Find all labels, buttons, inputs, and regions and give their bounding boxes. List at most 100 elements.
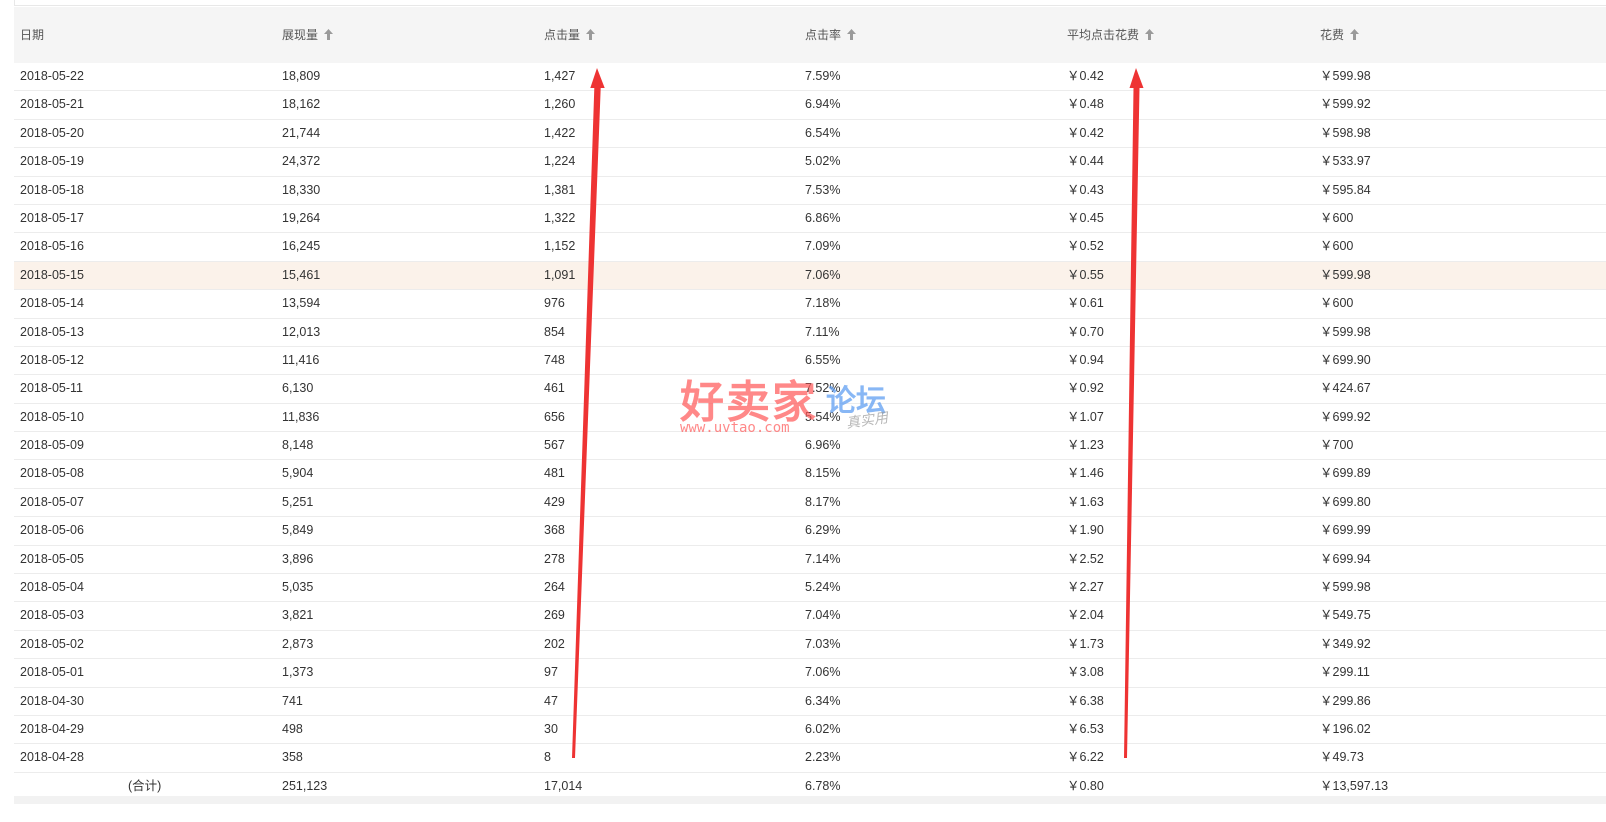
table-footer-bar: [14, 796, 1606, 804]
table-body: 2018-05-22 18,809 1,427 7.59% ￥0.42 ￥599.98 20…: [14, 63, 1606, 802]
table-cell: 18,809: [282, 69, 321, 83]
sort-arrow-up-icon[interactable]: [847, 29, 857, 40]
table-cell: ￥0.61: [1067, 296, 1104, 311]
table-cell: 2018-05-01: [20, 665, 84, 680]
table-cell: ￥699.80: [1320, 494, 1371, 509]
table-cell: ￥599.98: [1320, 267, 1371, 282]
table-cell: ￥549.75: [1320, 608, 1371, 623]
column-header-label: 点击量: [544, 28, 581, 42]
table-cell: 2018-05-20: [20, 125, 84, 140]
table-cell: 567: [544, 438, 565, 453]
table-cell: ￥49.73: [1320, 750, 1364, 765]
table-cell: 5.24%: [805, 580, 841, 595]
table-row: 2018-05-03 3,821 269 7.04% ￥2.04 ￥549.75: [14, 602, 1606, 631]
table-cell: ￥0.42: [1067, 69, 1104, 83]
table-cell: ￥0.42: [1067, 125, 1104, 140]
table-cell: ￥349.92: [1320, 636, 1371, 651]
table-cell: 1,427: [544, 69, 576, 83]
table-cell: 2018-05-09: [20, 438, 84, 453]
table-cell: 1,152: [544, 239, 576, 254]
sort-arrow-up-icon[interactable]: [586, 29, 596, 40]
table-cell: ￥600: [1320, 239, 1354, 254]
table-cell: 6.02%: [805, 721, 841, 736]
column-header-1[interactable]: 展现量: [282, 7, 334, 63]
table-cell: 6,130: [282, 381, 314, 396]
table-cell: 11,836: [282, 409, 320, 424]
column-header-2[interactable]: 点击量: [544, 7, 596, 63]
table-cell: 202: [544, 636, 565, 651]
table-row: 2018-05-05 3,896 278 7.14% ￥2.52 ￥699.94: [14, 546, 1606, 575]
table-cell: ￥0.43: [1067, 182, 1104, 197]
table-cell: ￥6.53: [1067, 721, 1104, 736]
sort-arrow-up-icon[interactable]: [1350, 29, 1360, 40]
sort-arrow-up-icon[interactable]: [324, 29, 334, 40]
table-cell: 429: [544, 494, 565, 509]
column-header-label: 点击率: [805, 28, 842, 42]
column-header-4[interactable]: 平均点击花费: [1067, 7, 1155, 63]
table-cell: 7.53%: [805, 182, 841, 197]
table-cell: 3,896: [282, 551, 314, 566]
table-row: 2018-05-14 13,594 976 7.18% ￥0.61 ￥600: [14, 290, 1606, 319]
column-header-label: 展现量: [282, 28, 319, 42]
table-cell: 8,148: [282, 438, 314, 453]
table-cell: ￥599.98: [1320, 580, 1371, 595]
table-row: 2018-05-02 2,873 202 7.03% ￥1.73 ￥349.92: [14, 631, 1606, 660]
table-cell: ￥699.99: [1320, 523, 1371, 538]
table-cell: 7.04%: [805, 608, 841, 623]
table-cell: 358: [282, 750, 303, 765]
table-cell: 12,013: [282, 324, 321, 339]
table-cell: 2018-05-05: [20, 551, 84, 566]
table-row: 2018-05-18 18,330 1,381 7.53% ￥0.43 ￥595.84: [14, 177, 1606, 205]
table-cell: 7.59%: [805, 69, 841, 83]
table-cell: ￥1.23: [1067, 438, 1104, 453]
table-cell: 1,260: [544, 97, 576, 112]
table-cell: 47: [544, 693, 558, 708]
table-cell: 5,849: [282, 523, 314, 538]
table-cell: 5,035: [282, 580, 314, 595]
column-header-5[interactable]: 花费: [1320, 7, 1360, 63]
table-cell: ￥299.86: [1320, 693, 1371, 708]
table-cell: ￥599.92: [1320, 97, 1371, 112]
table-row: 2018-05-07 5,251 429 8.17% ￥1.63 ￥699.80: [14, 489, 1606, 518]
table-cell: 24,372: [282, 154, 321, 169]
table-cell: ￥600: [1320, 296, 1354, 311]
table-cell: ￥599.98: [1320, 324, 1371, 339]
table-cell: 1,224: [544, 154, 576, 169]
table-row: 2018-05-06 5,849 368 6.29% ￥1.90 ￥699.99: [14, 517, 1606, 546]
table-cell: 3,821: [282, 608, 314, 623]
table-row: 2018-05-10 11,836 656 5.54% ￥1.07 ￥699.92: [14, 404, 1606, 433]
table-cell: 6.86%: [805, 210, 841, 225]
table-cell: 2018-05-02: [20, 636, 84, 651]
table-cell: ￥600: [1320, 210, 1354, 225]
column-header-label: 日期: [20, 28, 45, 42]
table-row: 2018-05-11 6,130 461 7.52% ￥0.92 ￥424.67: [14, 375, 1606, 404]
table-cell: 7.06%: [805, 665, 841, 680]
table-cell: ￥1.73: [1067, 636, 1104, 651]
table-cell: 6.96%: [805, 438, 841, 453]
table-row: 2018-05-08 5,904 481 8.15% ￥1.46 ￥699.89: [14, 460, 1606, 489]
sort-arrow-up-icon[interactable]: [1145, 29, 1155, 40]
table-cell: ￥3.08: [1067, 665, 1104, 680]
table-cell: ￥0.92: [1067, 381, 1104, 396]
table-cell: ￥0.52: [1067, 239, 1104, 254]
table-cell: 8.17%: [805, 494, 841, 509]
column-header-0: 日期: [20, 7, 44, 63]
table-cell: ￥6.22: [1067, 750, 1104, 765]
table-cell: 6.29%: [805, 523, 841, 538]
table-cell: ￥1.07: [1067, 409, 1104, 424]
table-cell: ￥0.55: [1067, 267, 1104, 282]
table-cell: 2018-05-03: [20, 608, 84, 623]
table-cell: 461: [544, 381, 565, 396]
table-cell: 2018-05-10: [20, 409, 84, 424]
column-header-3[interactable]: 点击率: [805, 7, 857, 63]
table-cell: 21,744: [282, 125, 321, 140]
table-cell: ￥1.63: [1067, 494, 1104, 509]
table-cell: ￥6.38: [1067, 693, 1104, 708]
table-row: 2018-05-12 11,416 748 6.55% ￥0.94 ￥699.90: [14, 347, 1606, 376]
table-cell: 2018-04-28: [20, 750, 84, 765]
table-cell: 2018-05-19: [20, 154, 84, 169]
table-cell: ￥196.02: [1320, 721, 1371, 736]
table-cell: 2018-05-06: [20, 523, 84, 538]
table-cell: ￥699.92: [1320, 409, 1371, 424]
table-cell: 2018-05-07: [20, 494, 84, 509]
